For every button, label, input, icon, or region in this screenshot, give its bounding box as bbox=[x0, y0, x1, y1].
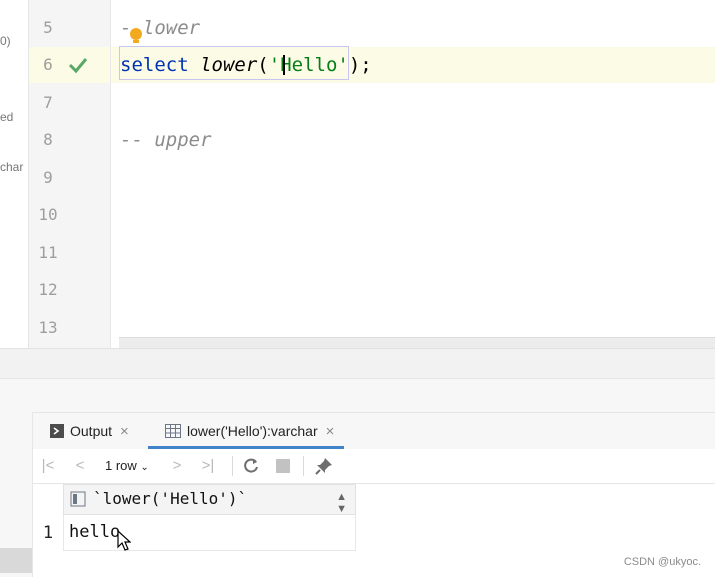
lightbulb-intention-icon[interactable] bbox=[128, 27, 144, 45]
line-number: 10 bbox=[38, 205, 58, 224]
side-indicator bbox=[0, 548, 32, 573]
line-number: 12 bbox=[38, 280, 58, 299]
pin-icon[interactable] bbox=[314, 456, 334, 476]
execution-success-check-icon[interactable] bbox=[67, 54, 89, 76]
column-header-label: `lower('Hello')` bbox=[93, 489, 248, 508]
close-icon[interactable]: × bbox=[120, 423, 129, 440]
console-output-icon bbox=[50, 424, 64, 438]
table-grid-icon bbox=[165, 424, 181, 438]
tool-window-tabbar: Output × lower('Hello'):varchar × bbox=[0, 412, 715, 450]
last-page-icon[interactable]: >| bbox=[199, 457, 217, 475]
editor-gutter: 5 6 7 8 9 10 11 12 13 bbox=[29, 0, 111, 348]
line-number: 7 bbox=[43, 93, 53, 112]
sort-icon[interactable]: ▲ ▼ bbox=[336, 491, 347, 515]
side-fragment: 0) bbox=[0, 34, 11, 48]
previous-page-icon[interactable]: < bbox=[71, 457, 89, 475]
first-page-icon[interactable]: |< bbox=[39, 457, 57, 475]
tab-output[interactable]: Output × bbox=[50, 413, 129, 449]
tab-label: lower('Hello'):varchar bbox=[187, 423, 318, 439]
line-number: 6 bbox=[43, 55, 53, 74]
column-header[interactable]: `lower('Hello')` ▲ ▼ bbox=[63, 484, 356, 515]
next-page-icon[interactable]: > bbox=[168, 457, 186, 475]
side-fragment: ed bbox=[0, 110, 14, 124]
stop-icon[interactable] bbox=[275, 458, 291, 474]
line-number: 9 bbox=[43, 168, 53, 187]
tab-label: Output bbox=[70, 423, 113, 439]
line-number: 8 bbox=[43, 130, 53, 149]
side-fragment: char bbox=[0, 160, 24, 174]
tab-result-lower-hello[interactable]: lower('Hello'):varchar × bbox=[148, 413, 345, 449]
refresh-icon[interactable] bbox=[242, 457, 260, 475]
text-caret bbox=[283, 55, 285, 75]
code-editor[interactable]: - lower select lower('Hello'); -- upper bbox=[111, 0, 715, 348]
row-number[interactable]: 1 bbox=[33, 515, 63, 551]
line-number: 13 bbox=[38, 318, 58, 337]
line-number: 5 bbox=[43, 18, 53, 37]
rows-count-label: 1 row bbox=[105, 458, 137, 473]
toolbar-separator bbox=[232, 456, 233, 476]
table-cell[interactable]: hello bbox=[63, 515, 356, 551]
result-toolbar: |< < 1 row ⌄ > >| bbox=[33, 449, 715, 484]
editor-horizontal-scrollbar[interactable] bbox=[119, 337, 715, 348]
line-number: 11 bbox=[38, 243, 58, 262]
code-line-8[interactable]: -- upper bbox=[120, 128, 212, 152]
close-icon[interactable]: × bbox=[326, 423, 335, 440]
column-icon bbox=[70, 491, 86, 507]
sql-terminator: ); bbox=[348, 54, 372, 76]
watermark: CSDN @ukyoc. bbox=[623, 556, 701, 568]
chevron-down-icon: ⌄ bbox=[140, 462, 149, 473]
rows-count-dropdown[interactable]: 1 row ⌄ bbox=[105, 457, 149, 477]
mouse-cursor-icon bbox=[117, 530, 131, 551]
editor-footer-band bbox=[0, 348, 715, 379]
toolbar-separator bbox=[303, 456, 304, 476]
panel-divider[interactable] bbox=[0, 378, 715, 413]
result-grid: `lower('Hello')` ▲ ▼ 1 hello bbox=[33, 484, 715, 577]
side-panel: 0) ed char bbox=[0, 0, 29, 378]
statement-highlight-box bbox=[119, 46, 349, 80]
